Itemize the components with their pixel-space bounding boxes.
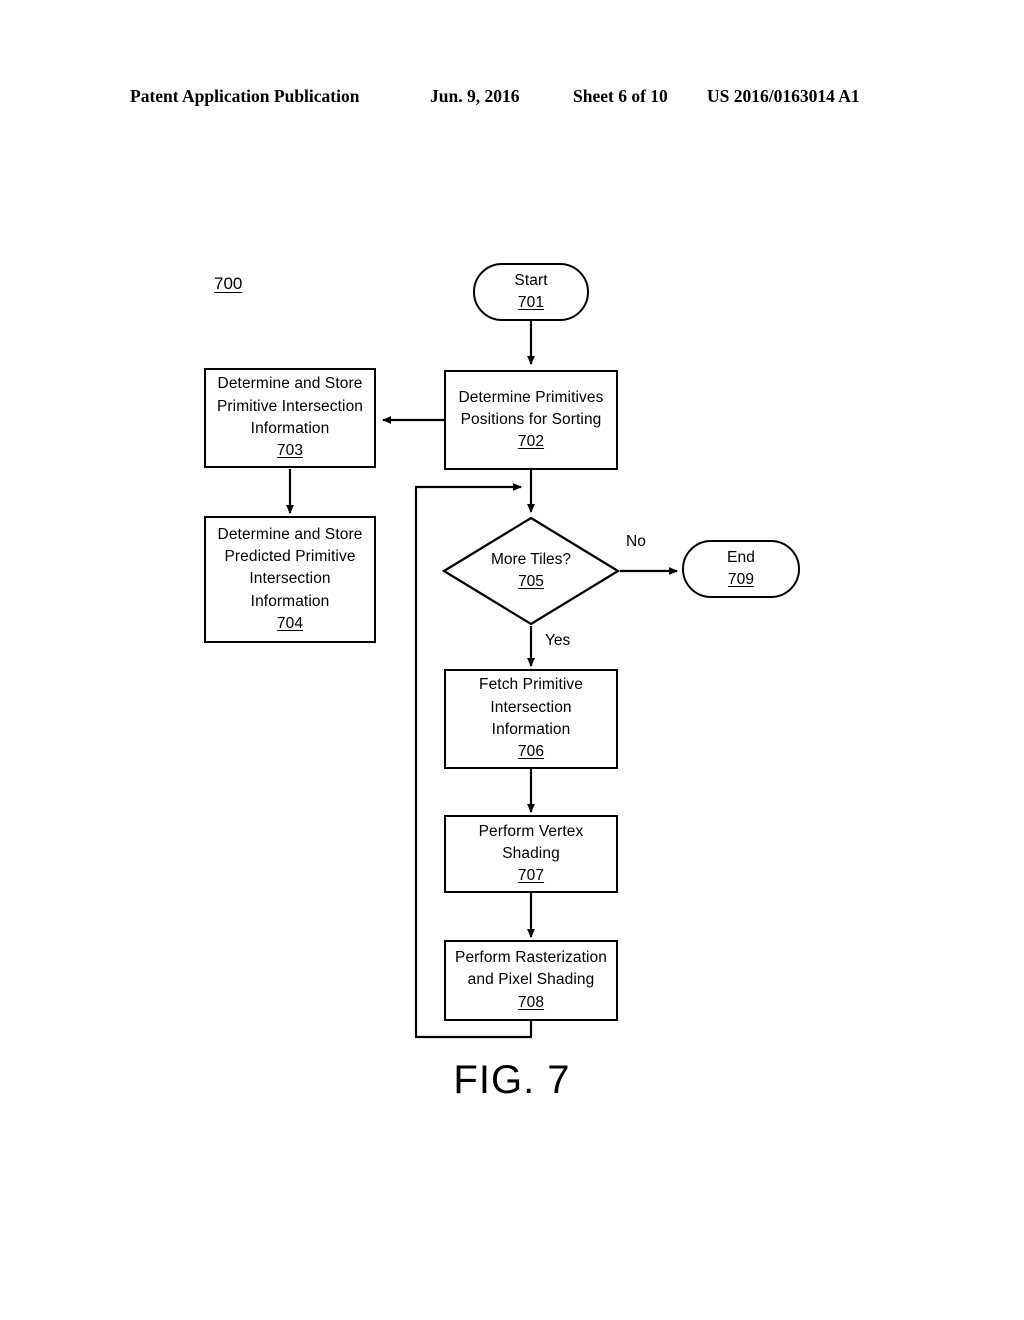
flow-node-determine-store-primitive-intersection-703: Determine and Store Primitive Intersecti… (204, 368, 376, 468)
flow-node-start-701: Start 701 (473, 263, 589, 321)
node-707-line-1: Shading (502, 844, 560, 862)
flow-node-determine-primitives-positions-702: Determine Primitives Positions for Sorti… (444, 370, 618, 470)
node-703-line-0: Determine and Store (217, 375, 363, 393)
node-702-ref: 702 (517, 433, 545, 451)
node-701-ref: 701 (517, 294, 545, 311)
flowchart-connectors (286, 320, 678, 1039)
node-708-ref: 708 (517, 993, 545, 1011)
node-704-line-2: Intersection (249, 570, 331, 588)
node-708-line-0: Perform Rasterization (455, 949, 607, 967)
node-709-line-0: End (727, 548, 755, 566)
flow-node-end-709: End 709 (682, 540, 800, 598)
flow-node-perform-rasterization-pixel-shading-708: Perform Rasterization and Pixel Shading … (444, 940, 618, 1021)
node-704-line-3: Information (250, 592, 330, 610)
node-706-line-0: Fetch Primitive (479, 676, 583, 694)
figure-caption: FIG. 7 (453, 1058, 571, 1102)
node-707-ref: 707 (517, 867, 545, 885)
decision-705-label: More Tiles? 705 (442, 516, 620, 626)
node-704-line-1: Predicted Primitive (224, 548, 356, 566)
node-708-line-1: and Pixel Shading (467, 971, 595, 989)
node-706-ref: 706 (517, 743, 545, 761)
node-706-line-1: Intersection (490, 698, 572, 716)
node-703-ref: 703 (276, 442, 304, 460)
diagram-reference-700: 700 (214, 274, 243, 293)
node-702-line-0: Determine Primitives (458, 388, 604, 406)
node-701-line-0: Start (514, 271, 548, 289)
edge-label-no: No (626, 533, 646, 550)
node-704-line-0: Determine and Store (217, 525, 363, 543)
node-705-ref: 705 (518, 573, 544, 590)
edge-label-yes: Yes (545, 632, 571, 649)
node-703-line-1: Primitive Intersection (216, 397, 364, 415)
node-705-line-0: More Tiles? (490, 550, 572, 568)
flow-node-determine-store-predicted-primitive-704: Determine and Store Predicted Primitive … (204, 516, 376, 643)
node-709-ref: 709 (727, 571, 755, 588)
node-702-line-1: Positions for Sorting (460, 410, 602, 428)
flow-node-decision-more-tiles-705: More Tiles? 705 (441, 516, 621, 626)
node-707-line-0: Perform Vertex (478, 822, 584, 840)
flowchart-diagram: 700 Start 701 Determine Primitives Posit… (0, 0, 1024, 1320)
node-706-line-2: Information (491, 721, 571, 738)
node-704-ref: 704 (276, 614, 304, 632)
flow-node-fetch-primitive-intersection-706: Fetch Primitive Intersection Information… (444, 669, 618, 769)
node-703-line-2: Information (250, 420, 330, 437)
flow-node-perform-vertex-shading-707: Perform Vertex Shading 707 (444, 815, 618, 893)
